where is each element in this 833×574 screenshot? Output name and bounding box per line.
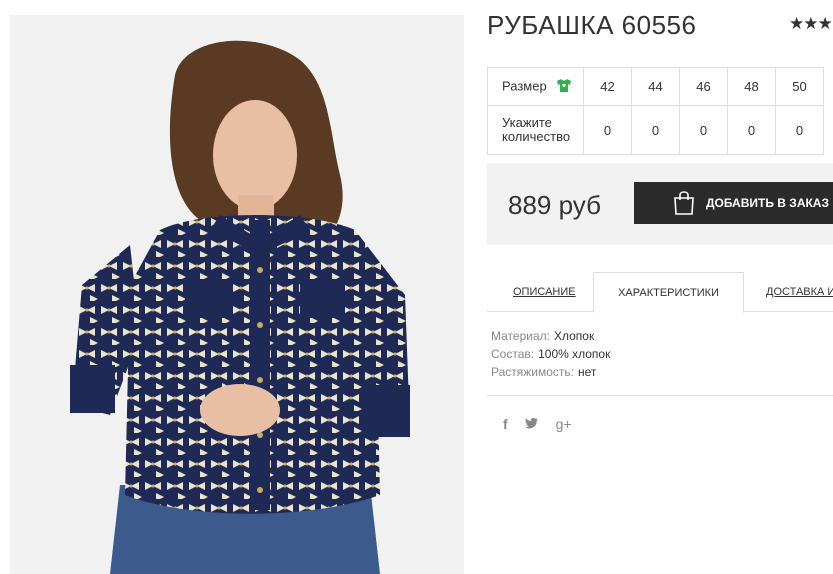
tab-delivery[interactable]: ДОСТАВКА И: [766, 272, 833, 312]
social-share: f g+: [503, 416, 572, 432]
add-to-order-button[interactable]: ДОБАВИТЬ В ЗАКАЗ: [634, 182, 833, 224]
spec-material: Материал: Хлопок: [491, 327, 610, 345]
facebook-icon[interactable]: f: [503, 416, 508, 432]
price-box: 889 руб ДОБАВИТЬ В ЗАКАЗ: [487, 163, 833, 245]
characteristics-list: Материал: Хлопок Состав: 100% хлопок Растя…: [491, 327, 610, 381]
tab-characteristics[interactable]: ХАРАКТЕРИСТИКИ: [593, 272, 744, 313]
tab-delivery-label: ДОСТАВКА И: [766, 286, 833, 298]
rating-stars[interactable]: ★★★: [789, 14, 833, 34]
tab-description-label: ОПИСАНИЕ: [513, 286, 576, 298]
quantity-row: Укажите количество 0 0 0 0 0: [487, 105, 824, 155]
google-plus-icon[interactable]: g+: [556, 416, 572, 432]
quantity-input[interactable]: 0: [583, 105, 632, 155]
spec-composition: Состав: 100% хлопок: [491, 345, 610, 363]
size-cell: 42: [583, 67, 632, 106]
tab-description[interactable]: ОПИСАНИЕ: [513, 272, 576, 312]
size-cell: 48: [727, 67, 776, 106]
size-cell: 50: [775, 67, 824, 106]
product-title: РУБАШКА 60556: [487, 10, 697, 40]
spec-value: нет: [578, 365, 597, 379]
quantity-label: Укажите количество: [487, 105, 584, 155]
spec-value: 100% хлопок: [538, 347, 611, 361]
quantity-input[interactable]: 0: [727, 105, 776, 155]
size-label: Размер: [502, 77, 547, 93]
quantity-input[interactable]: 0: [679, 105, 728, 155]
product-tabs: ОПИСАНИЕ ХАРАКТЕРИСТИКИ ДОСТАВКА И: [487, 272, 833, 313]
size-cell: 44: [631, 67, 680, 106]
divider: [487, 395, 833, 396]
shopping-bag-icon: [672, 190, 696, 219]
spec-stretch: Растяжимость: нет: [491, 363, 610, 381]
spec-value: Хлопок: [553, 329, 595, 343]
price: 889 руб: [508, 190, 601, 220]
size-label-cell: Размер: [487, 67, 584, 106]
size-row: Размер 42 44 46 48 50: [487, 67, 824, 106]
product-photo[interactable]: [10, 15, 464, 574]
size-table: Размер 42 44 46 48 50 Укажите количество…: [487, 67, 824, 155]
quantity-input[interactable]: 0: [631, 105, 680, 155]
add-to-order-label: ДОБАВИТЬ В ЗАКАЗ: [706, 196, 829, 210]
size-cell: 46: [679, 67, 728, 106]
tab-characteristics-label: ХАРАКТЕРИСТИКИ: [618, 287, 719, 299]
spec-label: Состав:: [491, 347, 535, 361]
quantity-input[interactable]: 0: [775, 105, 824, 155]
tshirt-icon[interactable]: [556, 78, 572, 96]
twitter-icon[interactable]: [524, 416, 539, 432]
spec-label: Растяжимость:: [491, 365, 575, 379]
spec-label: Материал:: [491, 329, 550, 343]
